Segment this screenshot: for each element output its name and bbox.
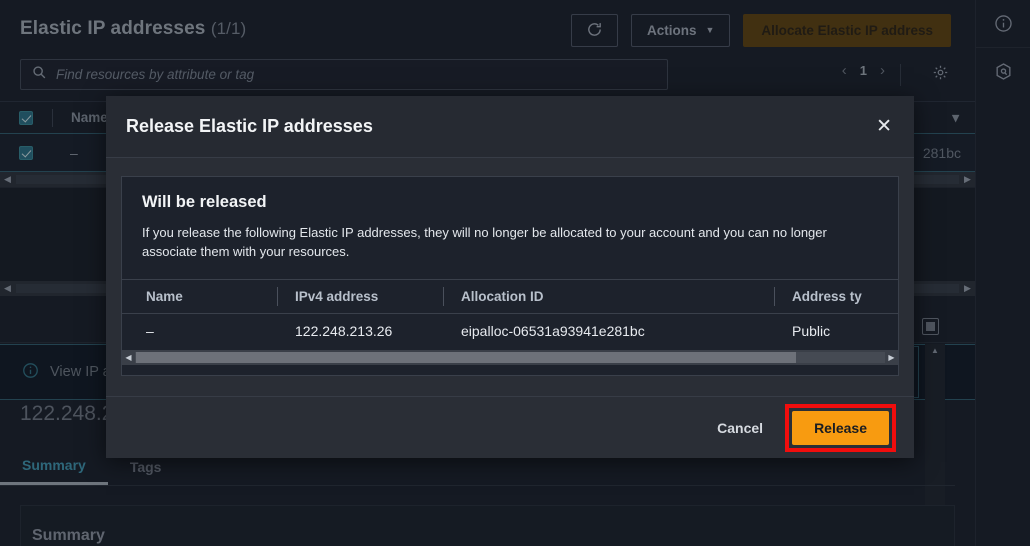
modal-table-row: – 122.248.213.26 eipalloc-06531a93941e28… (122, 314, 898, 348)
cell-ipv4: 122.248.213.26 (295, 322, 393, 339)
close-icon[interactable]: ✕ (876, 117, 892, 136)
modal-col-name: Name (146, 288, 183, 304)
will-be-released-box: Will be released If you release the foll… (121, 176, 899, 376)
modal-scroll-thumb[interactable] (136, 351, 796, 363)
cell-address-type: Public (792, 322, 831, 339)
modal-col-ipv4: IPv4 address (295, 288, 379, 304)
modal-scroll-left-icon[interactable]: ◀ (122, 353, 135, 362)
alert-heading: Will be released (142, 193, 267, 211)
release-button-highlight: Release (785, 403, 896, 452)
alert-description: If you release the following Elastic IP … (142, 225, 827, 259)
cancel-button[interactable]: Cancel (703, 411, 777, 445)
cell-name: – (146, 322, 154, 339)
release-button[interactable]: Release (792, 410, 889, 445)
modal-body: Will be released If you release the foll… (106, 158, 914, 395)
modal-col-address-type: Address ty (792, 288, 862, 304)
modal-table-header: Name IPv4 address Allocation ID Address … (122, 280, 898, 314)
modal-title: Release Elastic IP addresses (126, 116, 373, 136)
alert-head: Will be released If you release the foll… (122, 177, 898, 262)
modal-scroll-right-icon[interactable]: ▶ (885, 353, 898, 362)
modal-col-allocation-id: Allocation ID (461, 288, 544, 304)
release-elastic-ip-modal: Release Elastic IP addresses ✕ Will be r… (106, 96, 914, 458)
modal-horizontal-scrollbar[interactable]: ◀ ▶ (122, 349, 898, 365)
cell-allocation-id: eipalloc-06531a93941e281bc (461, 322, 645, 339)
modal-table: Name IPv4 address Allocation ID Address … (122, 278, 898, 365)
modal-header: Release Elastic IP addresses ✕ (106, 96, 914, 158)
modal-scroll-track[interactable] (135, 351, 885, 363)
modal-footer: Cancel Release (106, 396, 914, 458)
app-root: Elastic IP addresses (1/1) Actions ▼ All… (0, 0, 1030, 546)
